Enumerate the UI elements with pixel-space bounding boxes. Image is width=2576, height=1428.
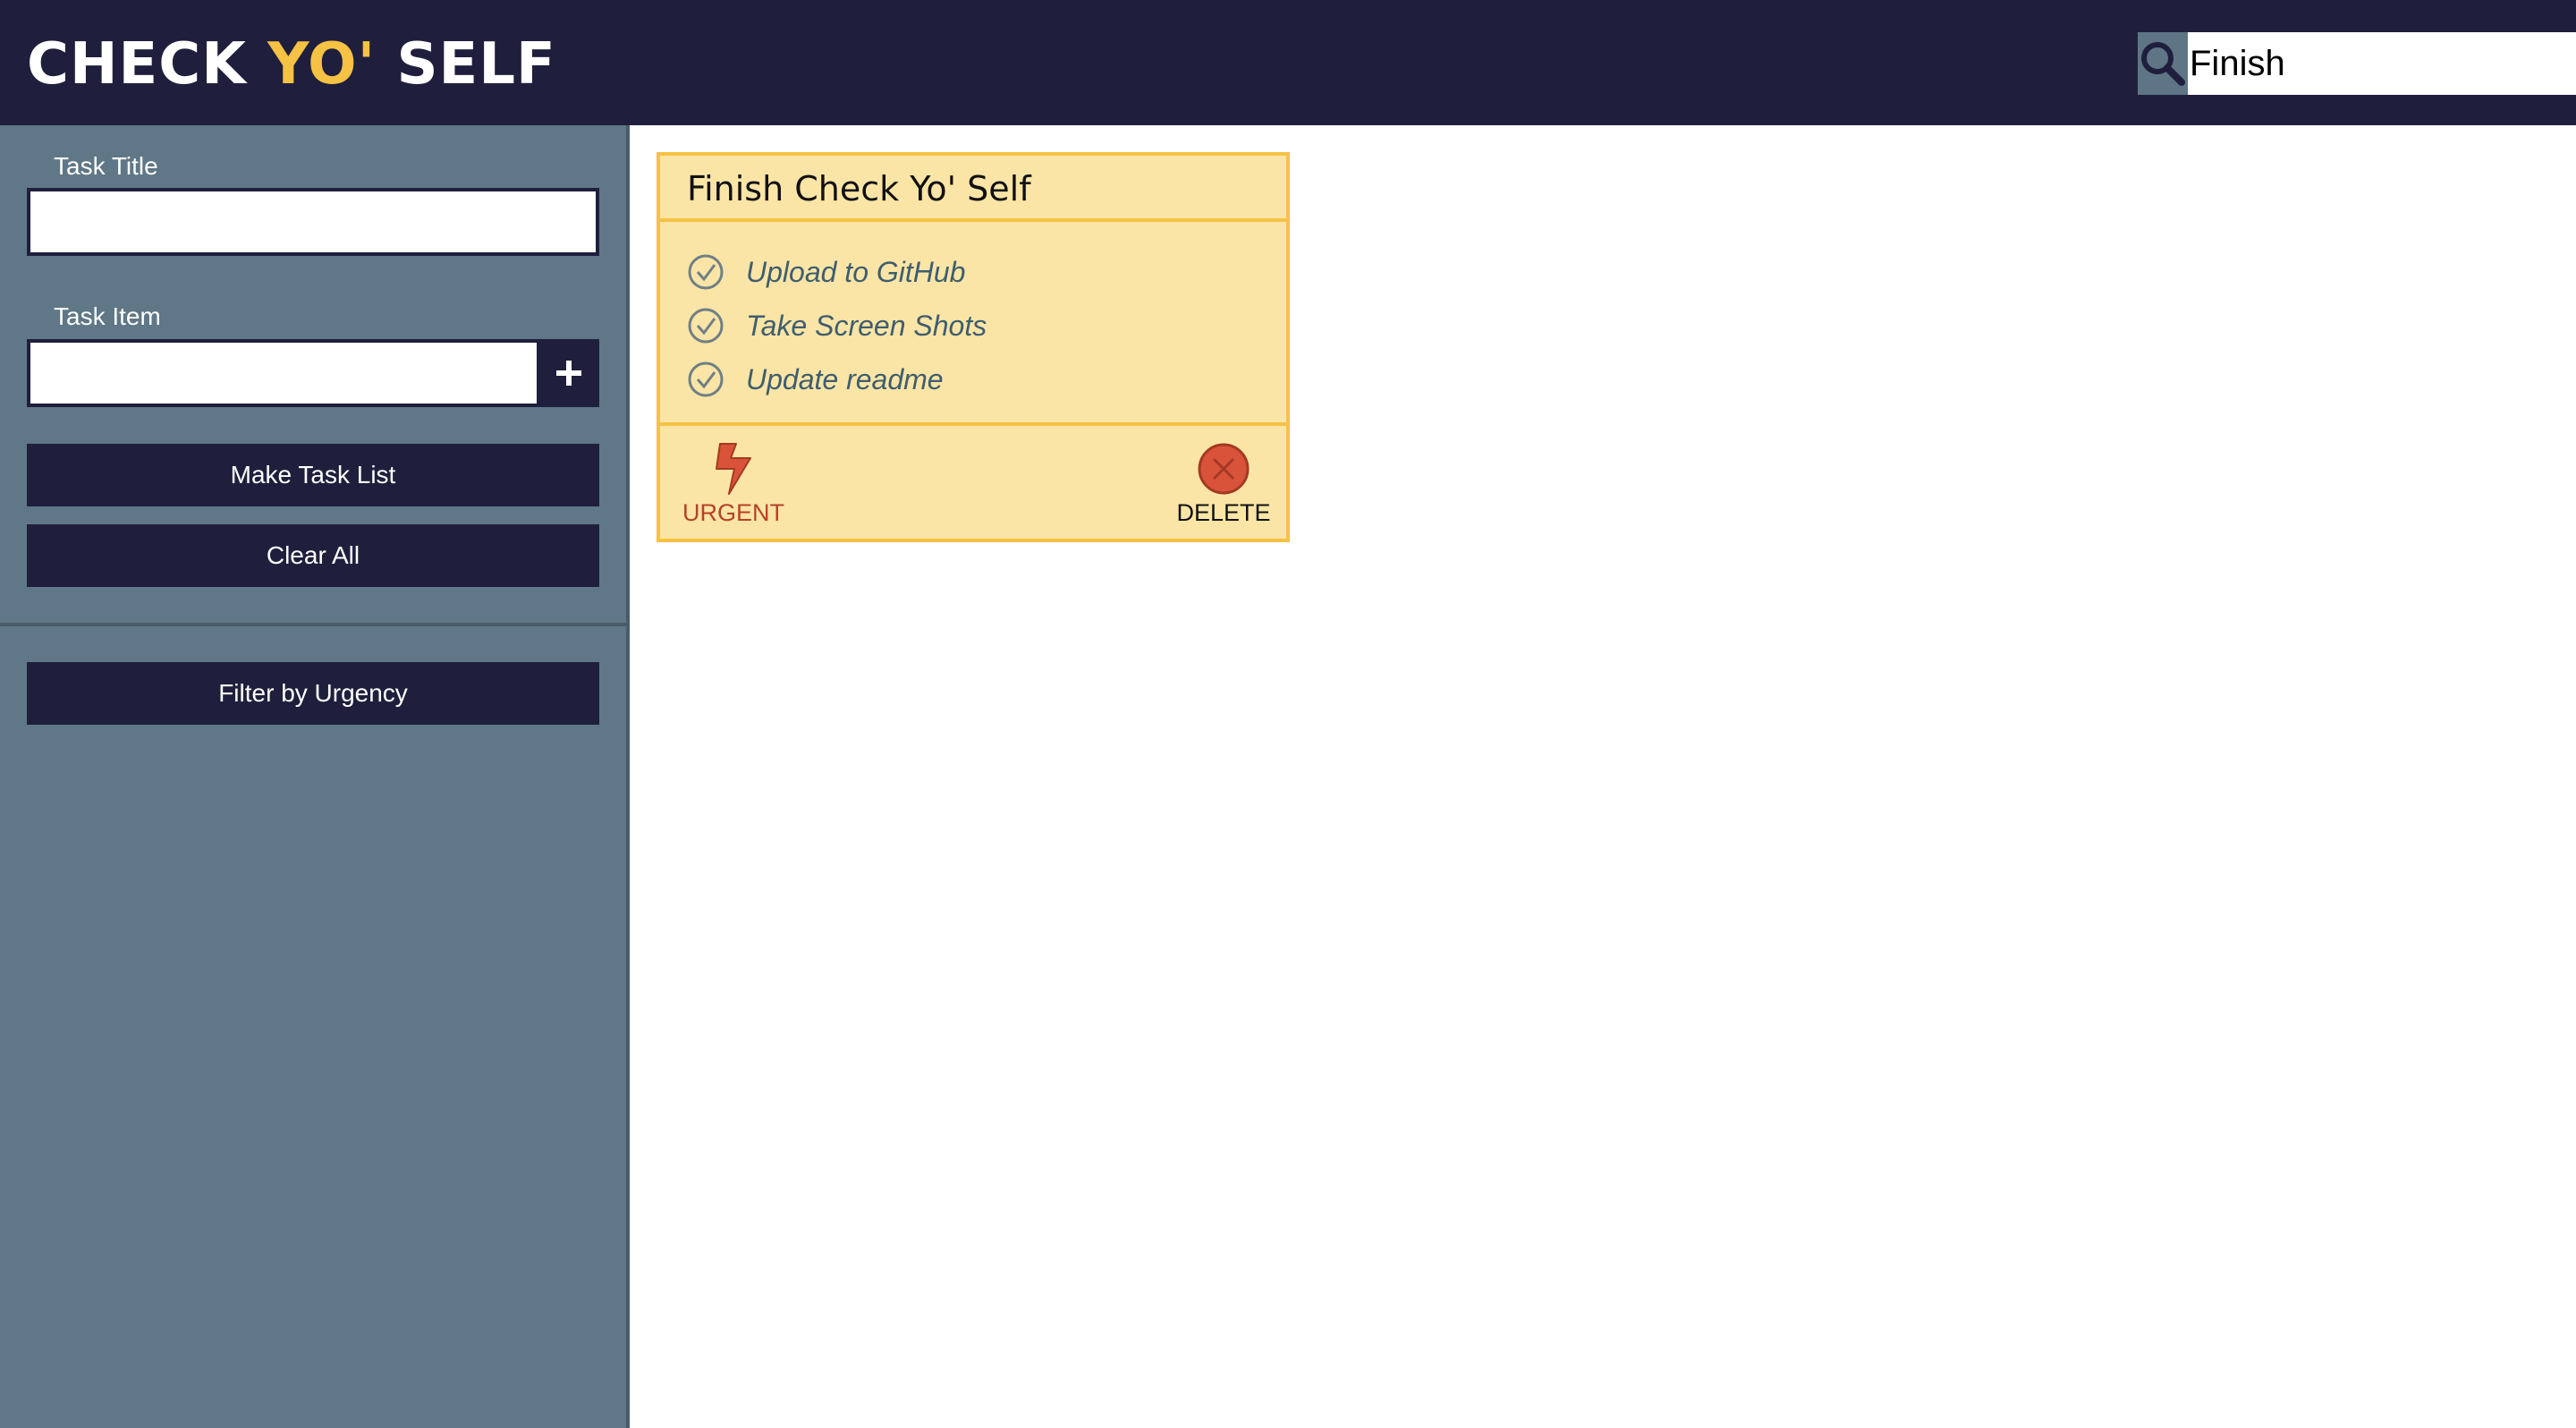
task-item: Take Screen Shots — [687, 299, 987, 353]
search-button[interactable] — [2138, 32, 2188, 95]
delete-button[interactable]: DELETE — [1170, 442, 1277, 527]
delete-circle-icon — [1198, 443, 1250, 495]
app-logo: CHECK YO' SELF — [27, 29, 556, 100]
task-card: Finish Check Yo' Self Upload to GitHub T… — [657, 152, 1290, 542]
plus-icon — [556, 361, 581, 386]
delete-label: DELETE — [1176, 499, 1271, 526]
search-input[interactable] — [2188, 32, 2576, 95]
task-item: Upload to GitHub — [687, 245, 987, 299]
search-icon — [2141, 42, 2185, 86]
clear-all-button[interactable]: Clear All — [27, 524, 599, 587]
task-item-label: Task Item — [54, 302, 161, 330]
lightning-bolt-icon — [716, 443, 751, 495]
logo-text-check: CHECK — [27, 31, 268, 98]
logo-text-yo: YO' — [267, 31, 377, 98]
make-task-list-button[interactable]: Make Task List — [27, 444, 599, 506]
task-title-input[interactable] — [27, 188, 599, 256]
check-circle-icon — [688, 361, 724, 397]
card-footer: URGENT DELETE — [660, 422, 1286, 539]
task-item-text: Take Screen Shots — [746, 309, 987, 342]
check-circle-icon — [688, 254, 724, 290]
filter-by-urgency-button[interactable]: Filter by Urgency — [27, 662, 599, 725]
urgent-button[interactable]: URGENT — [680, 442, 787, 527]
urgent-label: URGENT — [682, 499, 784, 526]
task-check-button[interactable] — [687, 307, 724, 344]
card-title: Finish Check Yo' Self — [660, 156, 1286, 222]
search-bar — [2138, 32, 2576, 95]
check-circle-icon — [688, 308, 724, 344]
task-item: Update readme — [687, 353, 987, 406]
task-item-input[interactable] — [27, 339, 540, 407]
task-title-label: Task Title — [54, 152, 158, 180]
task-list: Upload to GitHub Take Screen Shots Updat… — [687, 245, 987, 406]
sidebar: Task Title Task Item Make Task List Clea… — [0, 125, 630, 1428]
logo-text-self: SELF — [376, 31, 556, 98]
sidebar-divider — [0, 623, 626, 626]
task-item-text: Upload to GitHub — [746, 255, 966, 288]
app-header: CHECK YO' SELF — [0, 0, 2576, 125]
task-check-button[interactable] — [687, 253, 724, 291]
add-item-button[interactable] — [538, 339, 599, 407]
task-item-text: Update readme — [746, 362, 944, 395]
task-check-button[interactable] — [687, 361, 724, 398]
